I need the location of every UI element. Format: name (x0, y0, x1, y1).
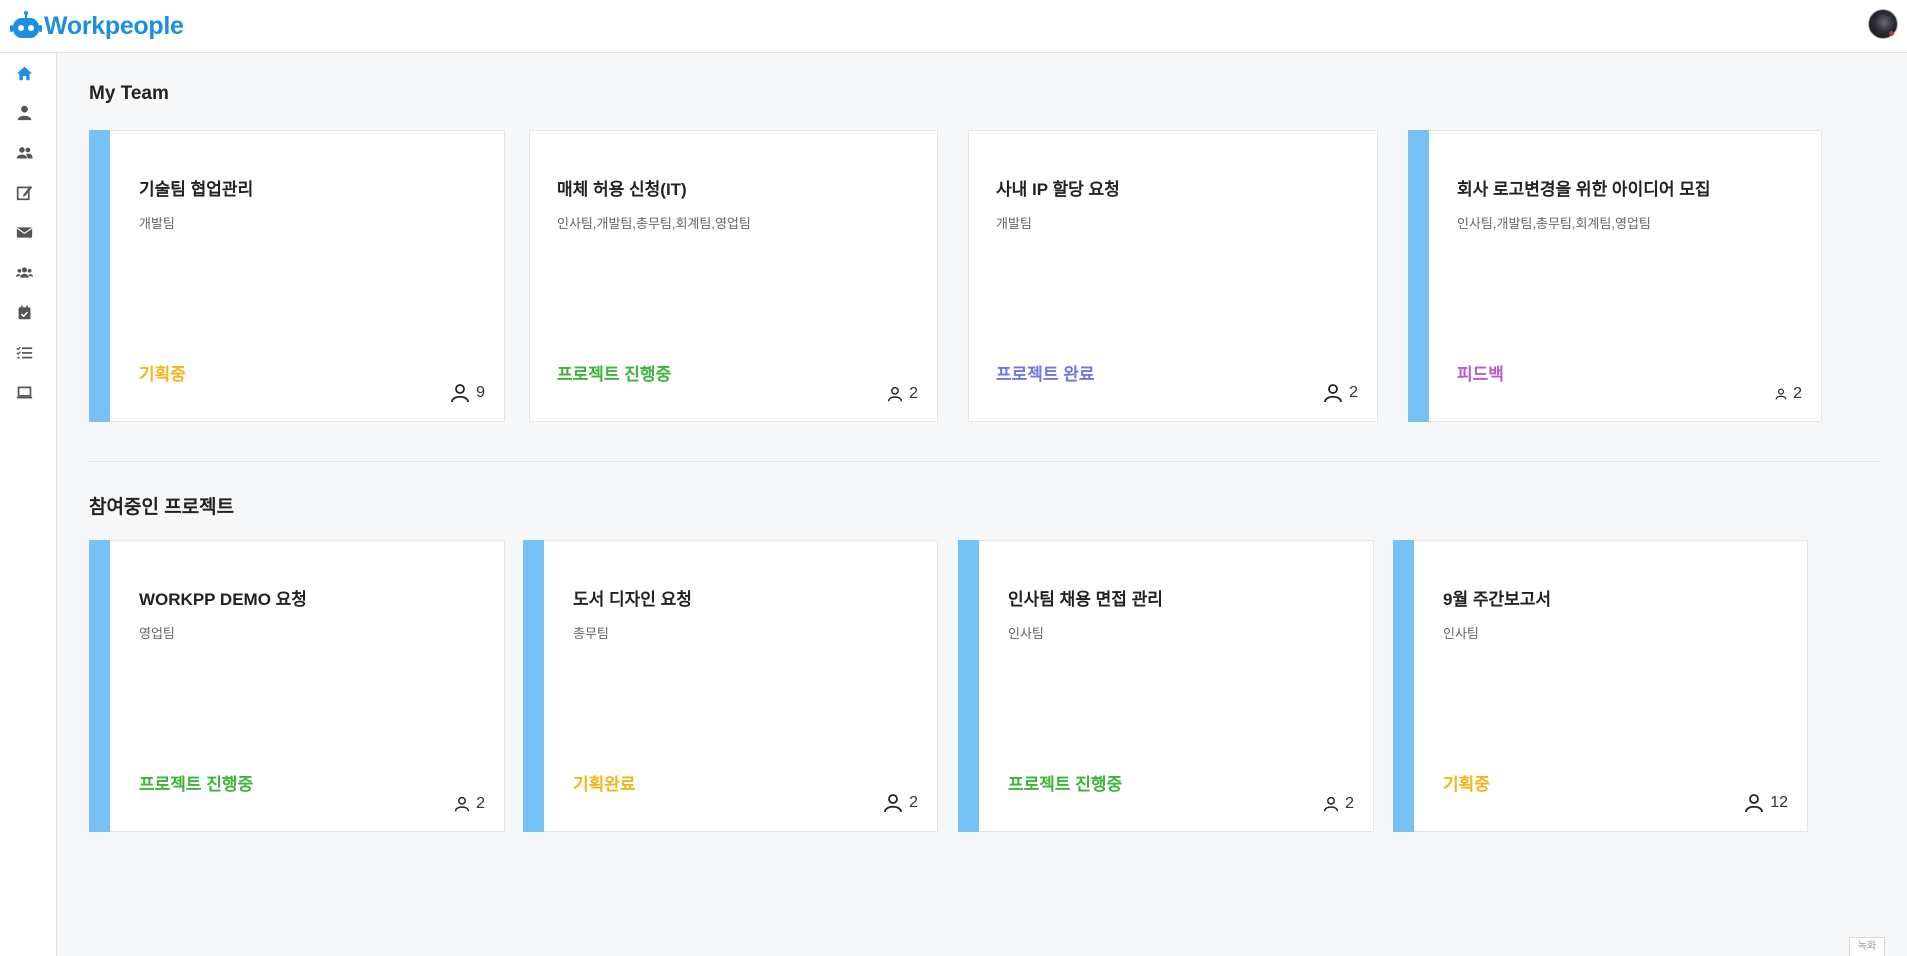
card-accent (1408, 130, 1429, 422)
project-card[interactable]: WORKPP DEMO 요청 영업팀 프로젝트 진행중 2 (89, 540, 505, 832)
card-teams: 인사팀,개발팀,총무팀,회계팀,영업팀 (557, 216, 751, 231)
card-teams: 영업팀 (139, 626, 175, 641)
card-teams: 인사팀 (1008, 626, 1044, 641)
card-accent (523, 540, 544, 832)
person-icon (451, 384, 469, 403)
card-status: 프로젝트 완료 (996, 365, 1095, 384)
section-title-my-team: My Team (89, 83, 169, 104)
app-name: Workpeople (44, 11, 184, 40)
person-icon (1775, 388, 1787, 400)
card-accent (958, 540, 979, 832)
person-icon (454, 796, 470, 812)
calendar-check-icon (18, 305, 30, 319)
sidebar-item-home[interactable] (13, 62, 35, 84)
task-list-icon (15, 346, 32, 359)
sidebar-item-members[interactable] (13, 141, 35, 163)
card-status: 기획중 (139, 365, 186, 384)
project-card[interactable]: 도서 디자인 요청 총무팀 기획완료 2 (523, 540, 938, 832)
team-card[interactable]: 기술팀 협업관리 개발팀 기획중 9 (89, 130, 505, 422)
card-teams: 개발팀 (139, 216, 175, 231)
member-count: 2 (1345, 795, 1354, 812)
envelope-icon (16, 226, 32, 238)
app-logo[interactable]: Workpeople (10, 8, 184, 44)
user-icon (17, 105, 31, 120)
person-icon (884, 794, 902, 813)
robot-logo-icon (10, 11, 42, 38)
top-bar: Workpeople (0, 0, 1907, 53)
person-icon (887, 386, 903, 402)
project-card[interactable]: 인사팀 채용 면접 관리 인사팀 프로젝트 진행중 2 (958, 540, 1374, 832)
section-title-projects: 참여중인 프로젝트 (89, 497, 235, 518)
sidebar-item-tasks[interactable] (13, 341, 35, 363)
user-avatar[interactable] (1868, 9, 1898, 39)
sidebar-item-mail[interactable] (13, 221, 35, 243)
person-icon (1323, 796, 1339, 812)
member-count: 2 (1793, 385, 1802, 402)
card-teams: 인사팀 (1443, 626, 1479, 641)
card-member-count: 2 (1775, 385, 1802, 403)
sidebar-item-calendar[interactable] (13, 301, 35, 323)
card-title: 기술팀 협업관리 (139, 180, 254, 199)
project-card[interactable]: 9월 주간보고서 인사팀 기획중 12 (1393, 540, 1808, 832)
person-icon (1324, 384, 1342, 403)
card-title: 9월 주간보고서 (1443, 590, 1552, 609)
card-status: 기획중 (1443, 775, 1490, 794)
card-status: 기획완료 (573, 775, 636, 794)
sidebar-item-edit[interactable] (13, 181, 35, 203)
member-count: 9 (476, 384, 485, 401)
team-card[interactable]: 매체 허용 신청(IT) 인사팀,개발팀,총무팀,회계팀,영업팀 프로젝트 진행… (529, 130, 938, 422)
card-member-count: 12 (1744, 793, 1788, 813)
card-accent (89, 540, 110, 832)
card-title: 매체 허용 신청(IT) (557, 180, 687, 199)
member-count: 2 (476, 795, 485, 812)
card-status: 피드백 (1457, 365, 1504, 384)
main-content: My Team 기술팀 협업관리 개발팀 기획중 9 매체 허용 신청(IT) … (57, 53, 1907, 956)
card-accent (1393, 540, 1414, 832)
team-card[interactable]: 회사 로고변경을 위한 아이디어 모집 인사팀,개발팀,총무팀,회계팀,영업팀 … (1408, 130, 1822, 422)
card-teams: 인사팀,개발팀,총무팀,회계팀,영업팀 (1457, 216, 1651, 231)
card-status: 프로젝트 진행중 (557, 365, 672, 384)
card-title: WORKPP DEMO 요청 (139, 590, 307, 609)
card-member-count: 2 (883, 793, 918, 813)
member-count: 2 (909, 385, 918, 402)
users-icon (16, 146, 33, 158)
card-title: 도서 디자인 요청 (573, 590, 692, 609)
card-status: 프로젝트 진행중 (139, 775, 254, 794)
person-icon (1745, 794, 1764, 813)
laptop-icon (16, 386, 32, 398)
card-member-count: 2 (454, 795, 485, 813)
card-title: 사내 IP 할당 요청 (996, 180, 1120, 199)
card-title: 회사 로고변경을 위한 아이디어 모집 (1457, 180, 1711, 199)
sidebar-item-groups[interactable] (13, 261, 35, 283)
user-group-icon (15, 266, 33, 278)
card-accent (89, 130, 110, 422)
card-member-count: 2 (1323, 383, 1358, 403)
sidebar-item-profile[interactable] (13, 101, 35, 123)
card-teams: 총무팀 (573, 626, 609, 641)
card-status: 프로젝트 진행중 (1008, 775, 1123, 794)
card-member-count: 2 (1323, 795, 1354, 813)
edit-icon (16, 185, 32, 200)
home-icon (16, 66, 32, 80)
member-count: 12 (1770, 794, 1788, 811)
member-count: 2 (1349, 384, 1358, 401)
card-member-count: 9 (450, 383, 485, 403)
card-member-count: 2 (887, 385, 918, 403)
record-button[interactable]: 녹화 (1849, 937, 1885, 956)
sidebar-item-screen[interactable] (13, 381, 35, 403)
card-teams: 개발팀 (996, 216, 1032, 231)
section-divider (89, 461, 1881, 462)
member-count: 2 (909, 794, 918, 811)
sidebar (0, 53, 57, 956)
card-title: 인사팀 채용 면접 관리 (1008, 590, 1163, 609)
team-card[interactable]: 사내 IP 할당 요청 개발팀 프로젝트 완료 2 (968, 130, 1378, 422)
